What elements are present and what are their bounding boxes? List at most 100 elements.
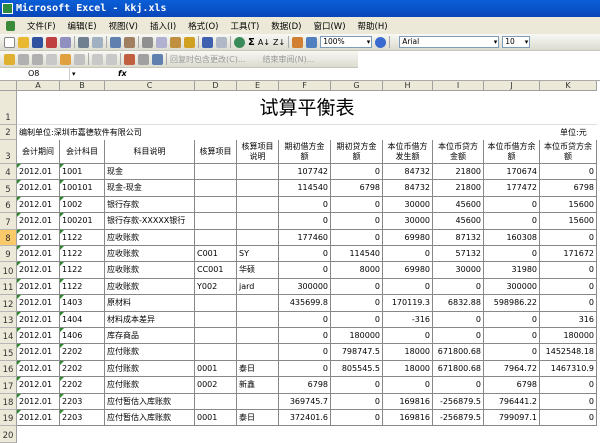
- data-cell[interactable]: 316: [540, 311, 597, 328]
- column-title[interactable]: 本位币贷方余额: [540, 140, 597, 164]
- data-cell[interactable]: [195, 180, 237, 197]
- data-cell[interactable]: 435699.8: [279, 295, 331, 312]
- menu-window[interactable]: 窗口(W): [313, 20, 345, 32]
- print-icon[interactable]: [78, 36, 89, 48]
- row-header-19[interactable]: 19: [0, 410, 17, 427]
- row-header-10[interactable]: 10: [0, 262, 17, 279]
- data-cell[interactable]: [237, 196, 279, 214]
- data-cell[interactable]: [237, 164, 279, 181]
- data-cell[interactable]: 0: [383, 377, 433, 394]
- data-cell[interactable]: 应付账款: [105, 377, 195, 394]
- data-cell[interactable]: 2012.01: [17, 278, 60, 296]
- data-cell[interactable]: 原材料: [105, 295, 195, 312]
- new-icon[interactable]: [4, 36, 15, 48]
- data-cell[interactable]: 2012.01: [17, 246, 60, 263]
- menu-tools[interactable]: 工具(T): [230, 20, 259, 32]
- data-cell[interactable]: 7964.72: [484, 360, 540, 378]
- data-cell[interactable]: 180000: [540, 328, 597, 345]
- data-cell[interactable]: 泰日: [237, 360, 279, 378]
- column-title[interactable]: 核算项目说明: [237, 140, 279, 164]
- name-box[interactable]: O8: [0, 68, 70, 80]
- formula-input[interactable]: [132, 68, 592, 80]
- data-cell[interactable]: [195, 213, 237, 230]
- data-cell[interactable]: [195, 393, 237, 410]
- company-label[interactable]: 编制单位:深圳市嘉德软件有限公司: [19, 125, 142, 140]
- row-header-13[interactable]: 13: [0, 311, 17, 328]
- column-header-C[interactable]: C: [105, 81, 195, 91]
- data-cell[interactable]: 0: [540, 262, 597, 279]
- data-cell[interactable]: 171672: [540, 246, 597, 263]
- column-title[interactable]: 核算项目: [195, 140, 237, 164]
- track-changes-icon[interactable]: [92, 53, 103, 65]
- next-comment-icon[interactable]: [32, 53, 43, 65]
- data-cell[interactable]: 45600: [433, 196, 484, 214]
- drawing-icon[interactable]: [306, 36, 318, 48]
- data-cell[interactable]: 69980: [383, 229, 433, 246]
- data-cell[interactable]: 2012.01: [17, 311, 60, 328]
- data-cell[interactable]: 300000: [279, 278, 331, 296]
- data-cell[interactable]: 新鑫: [237, 377, 279, 394]
- data-cell[interactable]: 799097.1: [484, 410, 540, 427]
- column-title[interactable]: 本位币借方发生额: [383, 140, 433, 164]
- data-cell[interactable]: SY: [237, 246, 279, 263]
- mail-recipient-icon[interactable]: [124, 53, 135, 65]
- data-cell[interactable]: 0: [383, 246, 433, 263]
- data-cell[interactable]: 0: [279, 196, 331, 214]
- data-cell[interactable]: [237, 311, 279, 328]
- column-header-E[interactable]: E: [237, 81, 279, 91]
- data-cell[interactable]: 2012.01: [17, 393, 60, 410]
- row-header-2[interactable]: 2: [0, 125, 17, 140]
- open-icon[interactable]: [18, 36, 29, 48]
- data-cell[interactable]: [195, 344, 237, 361]
- data-cell[interactable]: [237, 295, 279, 312]
- permission-icon[interactable]: [46, 36, 57, 48]
- font-select[interactable]: Arial: [399, 36, 500, 48]
- data-cell[interactable]: 1467310.9: [540, 360, 597, 378]
- data-cell[interactable]: 180000: [331, 328, 383, 345]
- data-cell[interactable]: 598986.22: [484, 295, 540, 312]
- data-cell[interactable]: 0: [540, 377, 597, 394]
- data-cell[interactable]: 0: [484, 311, 540, 328]
- menu-data[interactable]: 数据(D): [271, 20, 301, 32]
- data-cell[interactable]: 170119.3: [383, 295, 433, 312]
- column-header-B[interactable]: B: [60, 81, 105, 91]
- spelling-icon[interactable]: [110, 36, 121, 48]
- row-header-15[interactable]: 15: [0, 344, 17, 361]
- sort-descending-icon[interactable]: Z↓: [273, 38, 285, 47]
- data-cell[interactable]: 0: [279, 262, 331, 279]
- row-header-4[interactable]: 4: [0, 164, 17, 181]
- sort-ascending-icon[interactable]: A↓: [258, 38, 270, 47]
- data-cell[interactable]: 应付账款: [105, 344, 195, 361]
- reject-change-icon[interactable]: [106, 53, 117, 65]
- data-cell[interactable]: 0: [540, 393, 597, 410]
- row-header-18[interactable]: 18: [0, 393, 17, 410]
- data-cell[interactable]: 0: [331, 377, 383, 394]
- end-review-button[interactable]: 结束审阅(N)...: [262, 54, 314, 65]
- data-cell[interactable]: 0001: [195, 360, 237, 378]
- data-cell[interactable]: 6798: [484, 377, 540, 394]
- data-cell[interactable]: Y002: [195, 278, 237, 296]
- data-cell[interactable]: 30000: [383, 196, 433, 214]
- data-cell[interactable]: 银行存款: [105, 196, 195, 214]
- row-header-5[interactable]: 5: [0, 180, 17, 197]
- column-title[interactable]: 期初借方金额: [279, 140, 331, 164]
- data-cell[interactable]: 8000: [331, 262, 383, 279]
- data-cell[interactable]: [195, 295, 237, 312]
- redo-icon[interactable]: [216, 36, 227, 48]
- data-cell[interactable]: 材料成本差异: [105, 311, 195, 328]
- row-header-11[interactable]: 11: [0, 278, 17, 296]
- data-cell[interactable]: 应付暂估入库账款: [105, 410, 195, 427]
- data-cell[interactable]: 0: [433, 328, 484, 345]
- data-cell[interactable]: 1002: [60, 196, 105, 214]
- row-header-20[interactable]: 20: [0, 426, 17, 443]
- show-comment-icon[interactable]: [46, 53, 57, 65]
- data-cell[interactable]: 0: [383, 278, 433, 296]
- data-cell[interactable]: 2202: [60, 344, 105, 361]
- zoom-select[interactable]: 100%: [320, 36, 373, 48]
- name-box-dropdown-icon[interactable]: ▾: [72, 68, 76, 80]
- data-cell[interactable]: [195, 311, 237, 328]
- reply-with-changes-button[interactable]: 回复时包含更改(C)...: [170, 54, 245, 65]
- new-comment-icon[interactable]: [4, 53, 15, 65]
- data-cell[interactable]: 2012.01: [17, 295, 60, 312]
- data-cell[interactable]: 0: [433, 377, 484, 394]
